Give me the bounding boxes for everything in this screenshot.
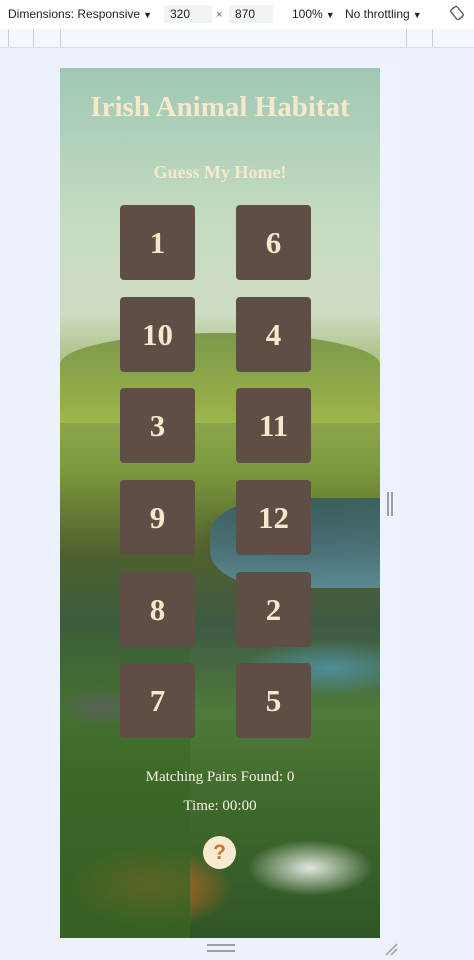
height-input[interactable]: [229, 5, 273, 23]
memory-card[interactable]: 11: [236, 388, 311, 463]
resize-handle-right[interactable]: [387, 492, 393, 516]
page-title: Irish Animal Habitat: [90, 91, 350, 123]
media-query-ruler[interactable]: [0, 29, 474, 48]
device-selector[interactable]: Dimensions: Responsive ▼: [8, 7, 152, 21]
memory-card[interactable]: 3: [120, 388, 195, 463]
chevron-down-icon: ▼: [412, 10, 422, 20]
pairs-found-text: Matching Pairs Found: 0: [145, 769, 295, 785]
device-label: Dimensions: Responsive: [8, 7, 141, 21]
width-input[interactable]: [164, 5, 212, 23]
throttling-label: No throttling: [345, 7, 410, 21]
background-hills: [60, 333, 380, 423]
rotate-icon[interactable]: [449, 5, 465, 21]
ruler-segment: [407, 29, 433, 47]
memory-card[interactable]: 9: [120, 480, 195, 555]
chevron-down-icon: ▼: [143, 10, 152, 20]
ruler-segment: [34, 29, 61, 47]
help-button[interactable]: ?: [203, 836, 236, 869]
memory-card[interactable]: 7: [120, 663, 195, 738]
zoom-label: 100%: [292, 7, 323, 21]
resize-handle-bottom[interactable]: [207, 944, 235, 952]
memory-card[interactable]: 2: [236, 572, 311, 647]
zoom-selector[interactable]: 100% ▼: [292, 7, 335, 21]
memory-card[interactable]: 10: [120, 297, 195, 372]
throttling-selector[interactable]: No throttling ▼: [345, 7, 422, 21]
ruler-segment: [0, 29, 9, 47]
memory-card[interactable]: 1: [120, 205, 195, 280]
memory-card[interactable]: 12: [236, 480, 311, 555]
ruler-segment: [9, 29, 34, 47]
memory-card[interactable]: 4: [236, 297, 311, 372]
question-mark-icon: ?: [213, 840, 226, 864]
resize-corner-icon[interactable]: [384, 942, 398, 956]
ruler-segment: [380, 29, 407, 47]
device-viewport: Irish Animal Habitat Guess My Home! 1 6 …: [60, 68, 380, 938]
memory-card[interactable]: 5: [236, 663, 311, 738]
times-sign: ×: [216, 9, 223, 21]
memory-card[interactable]: 6: [236, 205, 311, 280]
memory-card[interactable]: 8: [120, 572, 195, 647]
page-subtitle: Guess My Home!: [153, 162, 287, 182]
chevron-down-icon: ▼: [325, 10, 335, 20]
devtools-toolbar: Dimensions: Responsive▼ × 100%▼ No throt…: [0, 0, 474, 30]
timer-text: Time: 00:00: [183, 798, 257, 814]
